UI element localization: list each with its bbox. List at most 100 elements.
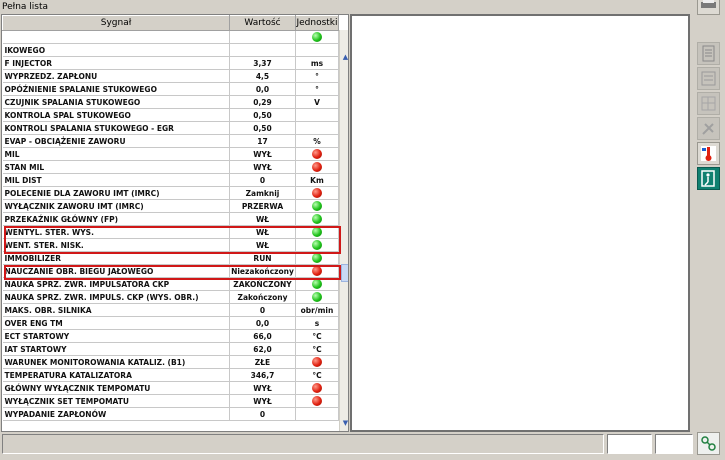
- table-row[interactable]: WYPRZEDZ. ZAPŁONU 4,5 °: [2, 69, 339, 83]
- green-status-indicator-icon: [312, 253, 322, 263]
- horizontal-scroll-area: [4, 431, 349, 432]
- signal-name: TEMPERATURA KATALIZATORA: [2, 368, 230, 382]
- green-status-indicator-icon: [312, 292, 322, 302]
- scroll-up-arrow[interactable]: ▲: [340, 52, 348, 63]
- green-status-indicator-icon: [312, 279, 322, 289]
- table-row[interactable]: F INJECTOR 3,37 ms: [2, 56, 339, 70]
- signal-value: 3,37: [229, 56, 296, 70]
- table-row[interactable]: IKOWEGO: [2, 43, 339, 57]
- vertical-scrollbar[interactable]: ▲ ▼: [339, 30, 348, 431]
- signal-name: IAT STARTOWY: [2, 342, 230, 356]
- signal-name: MIL: [2, 147, 230, 161]
- table-row[interactable]: ECT STARTOWY 66,0 °C: [2, 329, 339, 343]
- signal-name: ECT STARTOWY: [2, 329, 230, 343]
- toolbar-button-exit[interactable]: [697, 167, 720, 190]
- document-icon: [702, 45, 715, 62]
- signal-unit: %: [295, 134, 339, 148]
- table-row[interactable]: NAUCZANIE OBR. BIEGU JAŁOWEGO Niezakończo…: [2, 264, 339, 278]
- signal-name: F INJECTOR: [2, 56, 230, 70]
- toolbar-button-tools[interactable]: [697, 117, 720, 140]
- toolbar-button-list[interactable]: [697, 67, 720, 90]
- signal-value: 0: [229, 173, 296, 187]
- table-row[interactable]: OVER ENG TM 0,0 s: [2, 316, 339, 330]
- table-row[interactable]: IMMOBILIZER RUN: [2, 251, 339, 265]
- signal-unit: [295, 394, 339, 408]
- connection-icon: [701, 436, 716, 451]
- table-row[interactable]: POLECENIE DLA ZAWORU IMT (IMRC) Zamknij: [2, 186, 339, 200]
- signal-name: NAUKA SPRZ. ZWR. IMPULSATORA CKP: [2, 277, 230, 291]
- toolbar-button-print[interactable]: [697, 0, 720, 15]
- table-row[interactable]: PRZEKAŹNIK GŁÓWNY (FP) WŁ: [2, 212, 339, 226]
- green-status-indicator-icon: [312, 32, 322, 42]
- column-header-unit[interactable]: Jednostki: [295, 15, 339, 31]
- scrollbar-thumb[interactable]: [341, 264, 348, 282]
- signal-unit: [295, 290, 339, 304]
- signal-unit: [295, 277, 339, 291]
- red-status-indicator-icon: [312, 188, 322, 198]
- exit-icon: [701, 170, 715, 187]
- column-header-signal[interactable]: Sygnał: [2, 15, 230, 31]
- table-row[interactable]: WARUNEK MONITOROWANIA KATALIZ. (B1) ZŁE: [2, 355, 339, 369]
- signal-unit: [295, 186, 339, 200]
- signal-name: WYPADANIE ZAPŁONÓW: [2, 407, 230, 421]
- table-row[interactable]: CZUJNIK SPALANIA STUKOWEGO 0,29 V: [2, 95, 339, 109]
- signal-unit: °C: [295, 368, 339, 382]
- signal-name: WENTYL. STER. WYS.: [2, 225, 230, 239]
- status-bar-field-1: [607, 434, 652, 454]
- signal-value: Niezakończony: [229, 264, 296, 278]
- table-row[interactable]: NAUKA SPRZ. ZWR. IMPULSATORA CKP ZAKOŃCZO…: [2, 277, 339, 291]
- graph-panel[interactable]: [350, 14, 690, 432]
- signal-unit: s: [295, 316, 339, 330]
- signal-unit: ms: [295, 56, 339, 70]
- signal-name: WYŁĄCZNIK SET TEMPOMATU: [2, 394, 230, 408]
- table-row[interactable]: WENT. STER. NISK. WŁ: [2, 238, 339, 252]
- signal-unit: [295, 199, 339, 213]
- signal-name: GŁÓWNY WYŁĄCZNIK TEMPOMATU: [2, 381, 230, 395]
- column-header-value[interactable]: Wartość: [229, 15, 296, 31]
- signal-unit: [295, 147, 339, 161]
- table-row[interactable]: MAKS. OBR. SILNIKA 0 obr/min: [2, 303, 339, 317]
- table-row[interactable]: GŁÓWNY WYŁĄCZNIK TEMPOMATU WYŁ: [2, 381, 339, 395]
- table-row[interactable]: OPÓŹNIENIE SPALANIE STUKOWEGO 0,0 °: [2, 82, 339, 96]
- signal-name: OVER ENG TM: [2, 316, 230, 330]
- table-row[interactable]: KONTROLI SPALANIA STUKOWEGO - EGR 0,50: [2, 121, 339, 135]
- scroll-down-arrow[interactable]: ▼: [340, 418, 348, 429]
- table-row[interactable]: KONTROLA SPAL STUKOWEGO 0,50: [2, 108, 339, 122]
- table-row[interactable]: NAUKA SPRZ. ZWR. IMPULS. CKP (WYS. OBR.)…: [2, 290, 339, 304]
- table-row[interactable]: WYŁĄCZNIK ZAWORU IMT (IMRC) PRZERWA: [2, 199, 339, 213]
- signal-unit: V: [295, 95, 339, 109]
- toolbar-button-grid[interactable]: [697, 92, 720, 115]
- table-row[interactable]: IAT STARTOWY 62,0 °C: [2, 342, 339, 356]
- table-row[interactable]: TEMPERATURA KATALIZATORA 346,7 °C: [2, 368, 339, 382]
- signal-unit: °: [295, 82, 339, 96]
- signal-name: WYŁĄCZNIK ZAWORU IMT (IMRC): [2, 199, 230, 213]
- grid-icon: [701, 96, 716, 111]
- signal-value: 0,50: [229, 121, 296, 135]
- signal-name: Stan MIL: [2, 160, 230, 174]
- signal-name: KONTROLA SPAL STUKOWEGO: [2, 108, 230, 122]
- signal-value: [229, 30, 296, 44]
- red-status-indicator-icon: [312, 396, 322, 406]
- signal-value: [229, 43, 296, 57]
- table-row[interactable]: WYPADANIE ZAPŁONÓW 0: [2, 407, 339, 421]
- signal-unit: °C: [295, 342, 339, 356]
- table-row[interactable]: MIL WYŁ: [2, 147, 339, 161]
- table-row[interactable]: MIL DIST 0 Km: [2, 173, 339, 187]
- table-row[interactable]: WENTYL. STER. WYS. WŁ: [2, 225, 339, 239]
- toolbar-button-temperature[interactable]: [697, 142, 720, 165]
- signal-table: Sygnał Wartość Jednostki IKOWEGO F INJECT…: [2, 15, 339, 421]
- signal-name: IKOWEGO: [2, 43, 230, 57]
- signal-name: MAKS. OBR. SILNIKA: [2, 303, 230, 317]
- signal-list-grid[interactable]: Sygnał Wartość Jednostki IKOWEGO F INJECT…: [1, 14, 349, 432]
- status-bar-main: [2, 434, 604, 454]
- table-row[interactable]: Stan MIL WYŁ: [2, 160, 339, 174]
- toolbar-button-document[interactable]: [697, 42, 720, 65]
- table-row[interactable]: WYŁĄCZNIK SET TEMPOMATU WYŁ: [2, 394, 339, 408]
- toolbar-button-connection[interactable]: [697, 432, 720, 455]
- red-status-indicator-icon: [312, 149, 322, 159]
- signal-unit: Km: [295, 173, 339, 187]
- table-row[interactable]: [2, 30, 339, 44]
- table-row[interactable]: EVAP - OBCIĄŻENIE ZAWORU 17%: [2, 134, 339, 148]
- signal-name: WYPRZEDZ. ZAPŁONU: [2, 69, 230, 83]
- signal-value: WYŁ: [229, 394, 296, 408]
